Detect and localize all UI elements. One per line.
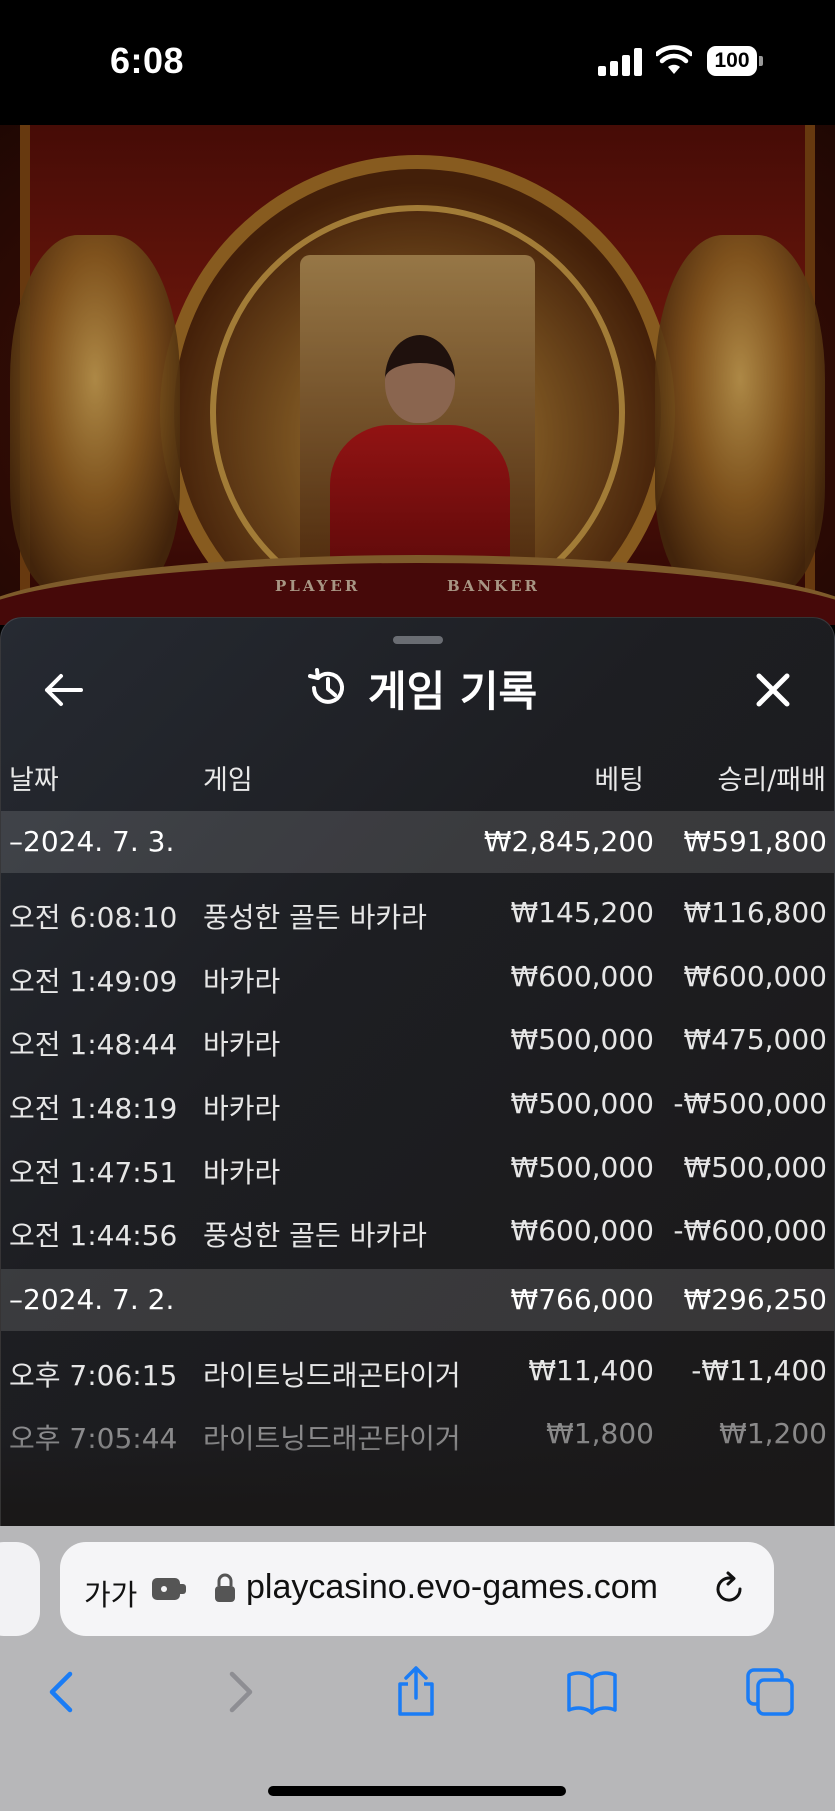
status-bar: 6:08 100 (0, 0, 835, 125)
book-icon[interactable] (566, 1666, 618, 1718)
row-bet: ₩500,000 (510, 1151, 654, 1184)
live-dealer-video[interactable]: PLAYER BANKER (0, 125, 835, 625)
row-bet: ₩500,000 (510, 1087, 654, 1120)
column-header-game: 게임 (203, 765, 253, 796)
history-clock-icon (308, 668, 344, 704)
browser-toolbar (0, 1656, 835, 1736)
row-game: 풍성한 골든 바카라 (203, 901, 427, 934)
row-time: 오전 1:44:56 (9, 1219, 178, 1252)
scroll-fade (1, 1438, 834, 1526)
address-bar[interactable]: 가가 playcasino.evo-games.com (60, 1542, 774, 1636)
row-win-loss: -₩600,000 (673, 1214, 827, 1247)
table-row[interactable]: 오후 7:06:15 라이트닝드래곤타이거 ₩11,400 -₩11,400 (1, 1338, 834, 1402)
close-x-icon[interactable] (751, 668, 795, 712)
day-win-loss-total: ₩591,800 (683, 825, 827, 858)
row-win-loss: ₩500,000 (683, 1151, 827, 1184)
day-summary-row[interactable]: –2024. 7. 2. ₩766,000 ₩296,250 (1, 1269, 834, 1331)
row-win-loss: -₩11,400 (691, 1354, 827, 1387)
home-indicator (268, 1786, 566, 1796)
reload-icon[interactable] (710, 1570, 748, 1608)
day-summary-row[interactable]: –2024. 7. 3. ₩2,845,200 ₩591,800 (1, 811, 834, 873)
row-time: 오전 1:48:19 (9, 1092, 178, 1125)
table-row[interactable]: 오전 1:48:19 바카라 ₩500,000 -₩500,000 (1, 1071, 834, 1135)
row-bet: ₩11,400 (528, 1354, 654, 1387)
row-time: 오전 1:49:09 (9, 965, 178, 998)
row-time: 오전 6:08:10 (9, 901, 178, 934)
table-row[interactable]: 오전 1:44:56 풍성한 골든 바카라 ₩600,000 -₩600,000 (1, 1198, 834, 1262)
table-row[interactable]: 오전 1:47:51 바카라 ₩500,000 ₩500,000 (1, 1135, 834, 1199)
table-row[interactable]: 오전 1:48:44 바카라 ₩500,000 ₩475,000 (1, 1007, 834, 1071)
wifi-icon (656, 45, 692, 74)
row-win-loss: ₩116,800 (683, 896, 827, 929)
previous-tab-preview[interactable] (0, 1542, 40, 1636)
day-win-loss-total: ₩296,250 (683, 1283, 827, 1316)
text-size-button[interactable]: 가가 (84, 1572, 137, 1614)
share-icon[interactable] (390, 1666, 442, 1718)
row-bet: ₩500,000 (510, 1023, 654, 1056)
day-date: –2024. 7. 2. (9, 1283, 175, 1316)
chevron-left-icon[interactable] (36, 1666, 88, 1718)
row-bet: ₩145,200 (510, 896, 654, 929)
cellular-signal-icon (598, 48, 642, 76)
row-game: 바카라 (203, 1092, 281, 1125)
battery-level: 100 (707, 46, 757, 76)
row-game: 라이트닝드래곤타이거 (203, 1359, 461, 1392)
column-header-date: 날짜 (9, 765, 59, 796)
panel-header: 게임 기록 (306, 660, 537, 716)
row-win-loss: -₩500,000 (673, 1087, 827, 1120)
column-header-win-loss: 승리/패배 (717, 765, 826, 796)
day-bet-total: ₩2,845,200 (483, 825, 654, 858)
row-bet: ₩600,000 (510, 960, 654, 993)
table-row[interactable]: 오전 1:49:09 바카라 ₩600,000 ₩600,000 (1, 944, 834, 1008)
panel-title: 게임 기록 (368, 666, 538, 716)
row-time: 오전 1:48:44 (9, 1028, 178, 1061)
row-game: 바카라 (203, 965, 281, 998)
row-time: 오전 1:47:51 (9, 1156, 178, 1189)
row-win-loss: ₩600,000 (683, 960, 827, 993)
column-header-bet: 베팅 (594, 765, 644, 796)
extension-icon[interactable] (150, 1572, 188, 1604)
tabs-icon[interactable] (744, 1666, 796, 1718)
sheet-grabber[interactable] (393, 636, 443, 644)
lock-icon (215, 1573, 235, 1602)
video-dim-overlay (0, 125, 835, 625)
row-time: 오후 7:06:15 (9, 1359, 178, 1392)
game-history-panel: 게임 기록 날짜 게임 베팅 승리/패배 –2024. 7. 3. ₩2,845… (0, 617, 835, 1527)
status-time: 6:08 (110, 40, 185, 81)
battery-icon: 100 (707, 46, 763, 76)
row-game: 풍성한 골든 바카라 (203, 1219, 427, 1252)
row-win-loss: ₩475,000 (683, 1023, 827, 1056)
row-game: 바카라 (203, 1028, 281, 1061)
url-text[interactable]: playcasino.evo-games.com (246, 1568, 658, 1607)
arrow-left-icon[interactable] (41, 668, 85, 712)
browser-chrome: 가가 playcasino.evo-games.com (0, 1526, 835, 1811)
day-date: –2024. 7. 3. (9, 825, 175, 858)
chevron-right-icon[interactable] (214, 1666, 266, 1718)
row-game: 바카라 (203, 1156, 281, 1189)
table-row[interactable]: 오전 6:08:10 풍성한 골든 바카라 ₩145,200 ₩116,800 (1, 880, 834, 944)
day-bet-total: ₩766,000 (510, 1283, 654, 1316)
row-bet: ₩600,000 (510, 1214, 654, 1247)
